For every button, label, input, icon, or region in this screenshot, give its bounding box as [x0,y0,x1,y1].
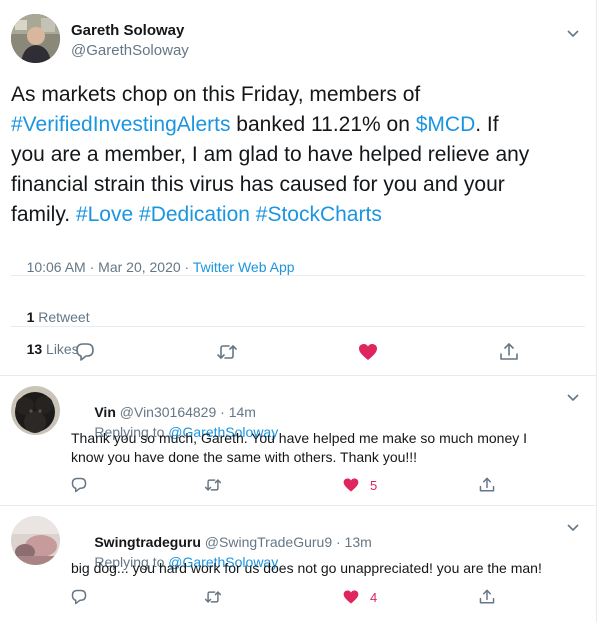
tweet-text-line: financial strain this virus has caused f… [11,173,505,196]
reply-avatar[interactable] [11,386,60,435]
hashtag-link[interactable]: #StockCharts [256,203,382,226]
reply-text-line: know you have done the same with others.… [71,449,418,465]
tweet-text-segment: . If [475,113,499,136]
reply-text: Thank you so much, Gareth. You have help… [71,429,527,467]
tweet-text: As markets chop on this Friday, members … [11,80,591,230]
reply-like-count: 4 [370,590,378,605]
tweet-source[interactable]: Twitter Web App [193,259,295,275]
reply-like-count: 5 [370,478,378,493]
tweet-text-segment: As markets chop on this Friday, members … [11,83,421,106]
like-count-value: 13 [26,341,43,357]
author-name[interactable]: Gareth Soloway [71,22,184,39]
retweet-count-value: 1 [26,309,35,325]
tweet-text-line: As markets chop on this Friday, members … [11,80,591,110]
cashtag-link[interactable]: $MCD [416,113,476,136]
share-icon[interactable] [478,588,496,606]
hashtag-link[interactable]: #Dedication [139,203,250,226]
tweet-text-segment: banked 11.21% on [230,113,416,136]
divider [11,275,585,276]
divider [11,326,585,327]
reply-text-line: Thank you so much, Gareth. You have help… [71,430,528,446]
tweet-text-line: you are a member, I am glad to have help… [11,143,530,166]
retweet-count[interactable]: 1 Retweet [27,309,90,325]
share-icon[interactable] [478,476,496,494]
reply-icon[interactable] [70,588,88,606]
heart-icon[interactable] [342,588,360,606]
tweet-timestamp-row: 10:06 AM · Mar 20, 2020 · Twitter Web Ap… [11,243,295,291]
retweet-icon[interactable] [204,476,222,494]
chevron-down-icon[interactable] [565,25,581,41]
retweet-icon[interactable] [204,588,222,606]
author-avatar[interactable] [11,14,60,63]
reply-tweet[interactable]: Swingtradeguru @SwingTradeGuru9 · 13m Re… [0,506,596,622]
chevron-down-icon[interactable] [565,389,581,405]
reply-text: big dog... you hard work for us does not… [71,559,542,578]
share-icon[interactable] [498,341,520,363]
heart-icon[interactable] [342,476,360,494]
hashtag-link[interactable]: #Love [76,203,133,226]
retweet-count-label: Retweet [38,309,90,325]
reply-avatar[interactable] [11,516,60,565]
heart-icon[interactable] [357,341,379,363]
reply-tweet[interactable]: Vin @Vin30164829 · 14m Replying to @Gare… [0,376,596,504]
reply-time[interactable]: · 13m [336,534,372,550]
reply-text-line: big dog... you hard work for us does not… [71,560,542,576]
reply-icon[interactable] [74,341,96,363]
tweet-text-line: #VerifiedInvestingAlerts banked 11.21% o… [11,110,591,140]
tweet-thread: Gareth Soloway @GarethSoloway As markets… [0,0,597,622]
chevron-down-icon[interactable] [565,519,581,535]
tweet-text-line: family. #Love #Dedication #StockCharts [11,200,591,230]
tweet-text-segment: family. [11,203,76,226]
tweet-timestamp[interactable]: 10:06 AM · Mar 20, 2020 · [27,259,193,275]
reply-icon[interactable] [70,476,88,494]
retweet-icon[interactable] [216,341,238,363]
hashtag-link[interactable]: #VerifiedInvestingAlerts [11,113,230,136]
like-count[interactable]: 13 Likes [27,341,79,357]
author-handle[interactable]: @GarethSoloway [71,42,189,59]
